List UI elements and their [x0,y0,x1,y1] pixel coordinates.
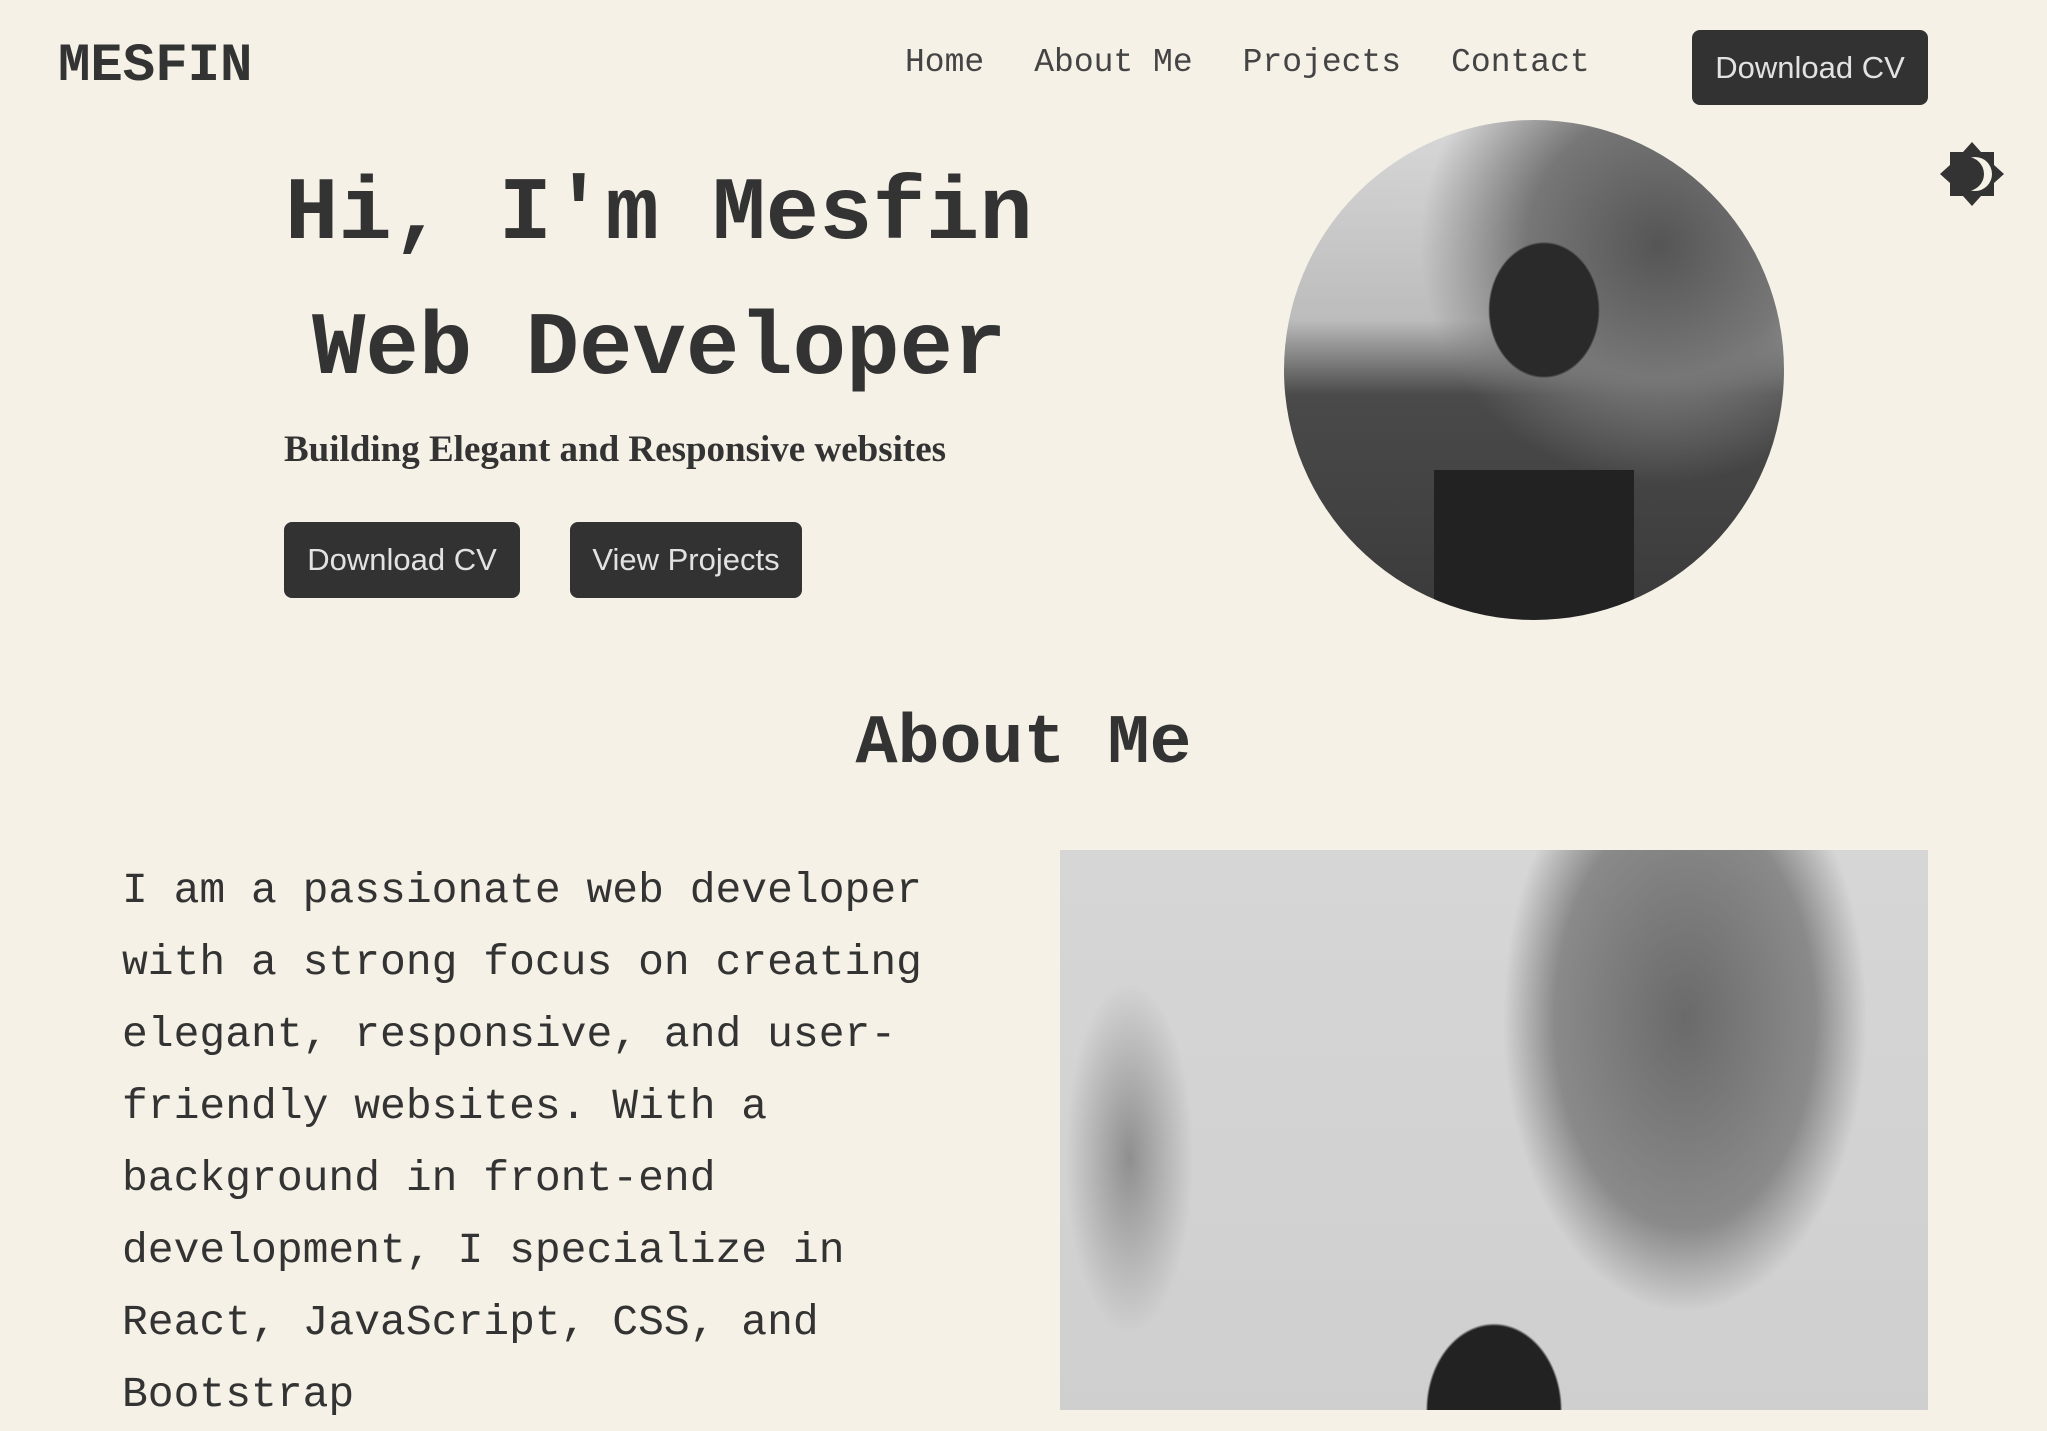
main-nav: Home About Me Projects Contact [905,44,1590,81]
nav-projects[interactable]: Projects [1243,44,1401,81]
about-text: I am a passionate web developer with a s… [122,866,922,1419]
profile-photo [1284,120,1784,620]
nav-contact[interactable]: Contact [1451,44,1590,81]
hero-download-cv-button[interactable]: Download CV [284,522,520,598]
theme-toggle-icon[interactable] [1938,140,2006,208]
hero-subtitle: Building Elegant and Responsive websites [284,429,947,470]
hero-greeting: Hi, I'm Mesfin [285,164,1033,265]
logo[interactable]: MESFIN [58,36,252,97]
header-download-cv-button[interactable]: Download CV [1692,30,1928,105]
nav-about[interactable]: About Me [1034,44,1192,81]
hero-role: Web Developer [312,299,1007,400]
about-title: About Me [855,705,1192,784]
nav-home[interactable]: Home [905,44,984,81]
about-photo [1060,850,1928,1410]
view-projects-button[interactable]: View Projects [570,522,802,598]
